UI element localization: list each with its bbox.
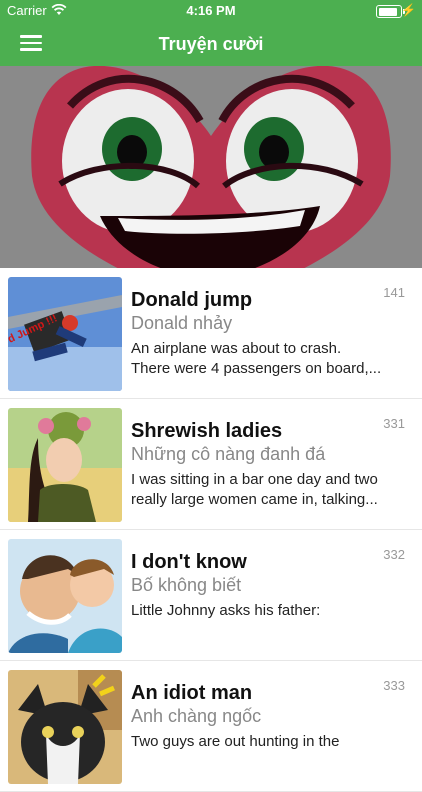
view-count: 332 [383,547,405,562]
story-subtitle: Donald nhảy [131,313,233,333]
story-subtitle: Anh chàng ngốc [131,706,262,726]
battery-fill [378,7,398,16]
story-subtitle: Những cô nàng đanh đá [131,444,326,464]
view-count: 333 [383,678,405,693]
list-item[interactable]: Shrewish ladies Những cô nàng đanh đá I … [0,399,422,530]
story-thumbnail [8,670,122,784]
list-item[interactable]: An idiot man Anh chàng ngốc Two guys are… [0,661,422,792]
story-excerpt: I was sitting in a bar one day and two r… [131,471,378,508]
story-excerpt: Two guys are out hunting in the [131,733,340,750]
story-excerpt: Little Johnny asks his father: [131,602,321,619]
story-title: Donald jump [131,289,253,311]
status-time: 4:16 PM [186,3,236,18]
story-title: I don't know [131,551,247,573]
view-count: 331 [383,416,405,431]
story-thumbnail [8,408,122,522]
list-item[interactable]: d Jump !!! Donald jump Donald nhảy An ai… [0,268,422,399]
list-item[interactable]: I don't know Bố không biết Little Johnny… [0,530,422,661]
story-excerpt: An airplane was about to crash. There we… [131,340,382,377]
story-thumbnail [8,539,122,653]
story-subtitle: Bố không biết [131,575,242,595]
story-list: d Jump !!! Donald jump Donald nhảy An ai… [0,268,422,792]
page-title: Truyện cười [158,34,264,54]
charging-bolt-icon: ⚡ [401,3,416,17]
story-title: Shrewish ladies [131,420,283,442]
story-thumbnail: d Jump !!! [8,277,122,391]
app-header: Carrier 4:16 PM ⚡ Truyện cười [0,0,422,66]
status-bar: Carrier 4:16 PM ⚡ [0,0,422,22]
story-title: An idiot man [131,682,253,704]
view-count: 141 [383,285,405,300]
heart-banner-image [0,66,422,268]
battery-icon [376,5,405,18]
